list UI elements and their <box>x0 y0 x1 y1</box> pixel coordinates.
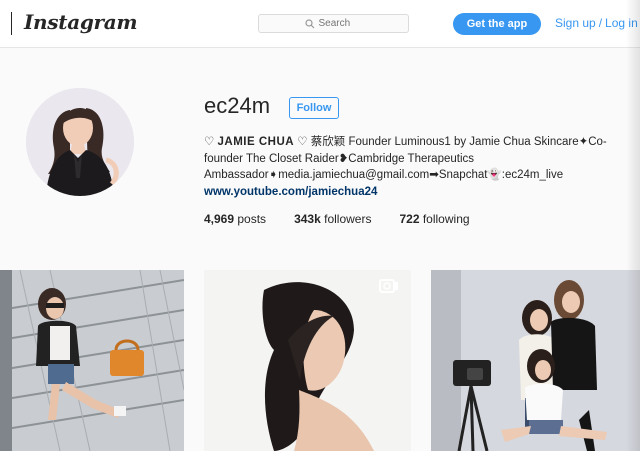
bio-line-1-text: ♡ 蔡欣颖 Founder Luminous1 by Jamie Chua Sk… <box>294 136 607 148</box>
top-navigation-bar: Instagram Get the app Sign up/Log in <box>0 0 640 48</box>
search-box[interactable] <box>258 14 409 33</box>
search-input[interactable] <box>318 18 363 29</box>
search-icon <box>304 18 314 28</box>
followers-stat[interactable]: 343k followers <box>294 212 371 226</box>
bio-website-link[interactable]: www.youtube.com/jamiechua24 <box>204 184 634 201</box>
posts-label: posts <box>237 212 267 226</box>
bio-line-2: founder The Closet Raider❥Cambridge Ther… <box>204 152 475 165</box>
auth-links: Sign up / Log in <box>555 16 638 30</box>
post-thumbnail-2[interactable] <box>204 270 411 451</box>
posts-stat: 4,969 posts <box>204 212 266 226</box>
auth-separator: / <box>598 16 603 30</box>
bio-display-name: JAMIE CHUA <box>217 136 295 148</box>
followers-label: followers <box>324 212 372 226</box>
post-image-stairs <box>0 270 184 451</box>
post-thumbnail-3[interactable] <box>431 270 640 451</box>
profile-avatar[interactable] <box>26 88 134 196</box>
post-image-portrait <box>204 270 411 451</box>
following-count: 722 <box>399 212 420 226</box>
following-stat[interactable]: 722 following <box>399 212 469 226</box>
logo-divider <box>11 12 12 35</box>
get-the-app-button[interactable]: Get the app <box>453 13 541 35</box>
profile-bio: ♡ JAMIE CHUA ♡ 蔡欣颖 Founder Luminous1 by … <box>204 134 634 200</box>
profile-username: ec24m <box>204 93 271 118</box>
sign-up-link[interactable]: Sign up <box>555 16 596 30</box>
following-label: following <box>422 212 470 226</box>
bio-line-1: ♡ JAMIE CHUA ♡ 蔡欣颖 Founder Luminous1 by … <box>204 134 634 151</box>
post-image-group <box>431 270 640 451</box>
profile-stats: 4,969 posts 343k followers 722 following <box>204 212 498 226</box>
log-in-link[interactable]: Log in <box>605 16 638 30</box>
posts-count: 4,969 <box>204 212 235 226</box>
post-thumbnail-1[interactable] <box>0 270 184 451</box>
bio-prefix: ♡ <box>204 136 218 148</box>
followers-count: 343k <box>294 212 321 226</box>
avatar-image <box>26 88 134 196</box>
bio-line-3: Ambassador➧media.jamiechua@gmail.com➡Sna… <box>204 169 564 181</box>
instagram-logo[interactable]: Instagram <box>24 10 138 34</box>
follow-button[interactable]: Follow <box>289 97 339 119</box>
